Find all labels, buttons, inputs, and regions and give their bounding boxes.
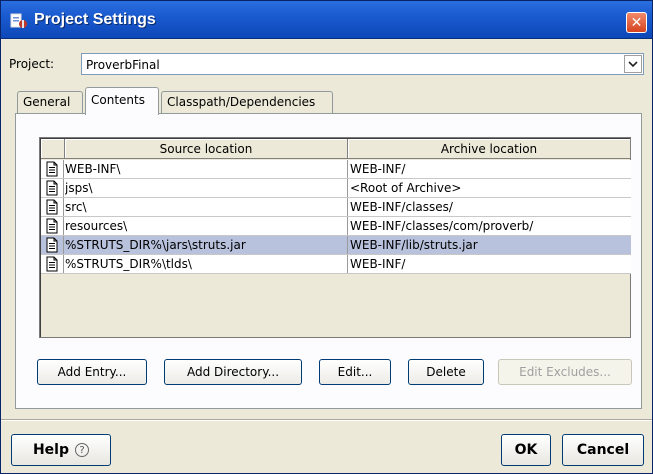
contents-table[interactable]: Source location Archive location WEB-INF… bbox=[39, 137, 631, 338]
table-row[interactable]: WEB-INF\ WEB-INF/ bbox=[41, 160, 631, 179]
column-divider bbox=[63, 236, 64, 254]
project-settings-icon bbox=[10, 12, 28, 30]
title-bar[interactable]: Project Settings ✕ bbox=[1, 1, 652, 39]
archive-location-cell[interactable]: WEB-INF/ bbox=[350, 162, 630, 176]
table-row[interactable]: %STRUTS_DIR%\jars\struts.jar WEB-INF/lib/… bbox=[41, 236, 631, 255]
column-divider bbox=[347, 198, 348, 216]
source-location-cell[interactable]: %STRUTS_DIR%\tlds\ bbox=[65, 257, 347, 271]
add-directory-label: Add Directory... bbox=[186, 365, 280, 379]
file-icon bbox=[44, 180, 60, 196]
close-icon: ✕ bbox=[630, 14, 643, 31]
delete-button[interactable]: Delete bbox=[408, 359, 484, 385]
table-row[interactable]: src\ WEB-INF/classes/ bbox=[41, 198, 631, 217]
ok-button[interactable]: OK bbox=[501, 434, 551, 466]
column-divider bbox=[63, 198, 64, 216]
tab-contents[interactable]: Contents bbox=[85, 87, 159, 115]
column-divider bbox=[63, 255, 64, 273]
table-row[interactable]: resources\ WEB-INF/classes/com/proverb/ bbox=[41, 217, 631, 236]
source-location-cell[interactable]: %STRUTS_DIR%\jars\struts.jar bbox=[65, 238, 347, 252]
close-button[interactable]: ✕ bbox=[626, 12, 647, 33]
column-divider bbox=[347, 217, 348, 235]
column-divider bbox=[347, 179, 348, 197]
ok-label: OK bbox=[514, 442, 538, 458]
table-row[interactable]: jsps\ <Root of Archive> bbox=[41, 179, 631, 198]
project-select-value: ProverbFinal bbox=[86, 58, 160, 72]
add-entry-button[interactable]: Add Entry... bbox=[37, 359, 147, 385]
tab-contents-label: Contents bbox=[91, 93, 145, 107]
footer-separator bbox=[1, 419, 652, 421]
edit-excludes-label: Edit Excludes... bbox=[519, 365, 611, 379]
source-location-cell[interactable]: src\ bbox=[65, 200, 347, 214]
cancel-button[interactable]: Cancel bbox=[562, 434, 644, 466]
table-row[interactable]: %STRUTS_DIR%\tlds\ WEB-INF/ bbox=[41, 255, 631, 274]
icon-column-header[interactable] bbox=[41, 139, 65, 159]
file-icon bbox=[44, 218, 60, 234]
source-location-header-label: Source location bbox=[159, 141, 253, 156]
add-entry-label: Add Entry... bbox=[57, 365, 127, 379]
project-select[interactable]: ProverbFinal bbox=[81, 53, 644, 75]
delete-label: Delete bbox=[426, 365, 466, 379]
column-divider bbox=[63, 160, 64, 178]
source-location-cell[interactable]: WEB-INF\ bbox=[65, 162, 347, 176]
file-icon bbox=[44, 237, 60, 253]
column-divider bbox=[63, 217, 64, 235]
source-location-cell[interactable]: jsps\ bbox=[65, 181, 347, 195]
source-location-header[interactable]: Source location bbox=[65, 139, 348, 159]
tab-classpath-dependencies[interactable]: Classpath/Dependencies bbox=[161, 91, 333, 113]
edit-excludes-button[interactable]: Edit Excludes... bbox=[498, 359, 632, 385]
table-header: Source location Archive location bbox=[41, 139, 631, 159]
project-label: Project: bbox=[9, 57, 55, 71]
archive-location-cell[interactable]: WEB-INF/classes/com/proverb/ bbox=[350, 219, 630, 233]
column-divider bbox=[347, 236, 348, 254]
help-icon: ? bbox=[75, 443, 90, 457]
help-label: Help bbox=[32, 442, 70, 458]
archive-location-cell[interactable]: WEB-INF/ bbox=[350, 257, 630, 271]
chevron-down-icon[interactable] bbox=[624, 55, 642, 73]
tab-general[interactable]: General bbox=[17, 91, 83, 113]
column-divider bbox=[347, 160, 348, 178]
archive-location-header[interactable]: Archive location bbox=[348, 139, 631, 159]
add-directory-button[interactable]: Add Directory... bbox=[164, 359, 302, 385]
archive-location-cell[interactable]: WEB-INF/classes/ bbox=[350, 200, 630, 214]
column-divider bbox=[347, 255, 348, 273]
window-title: Project Settings bbox=[34, 11, 156, 28]
project-settings-window: Project Settings ✕ Project: ProverbFinal… bbox=[0, 0, 653, 474]
cancel-label: Cancel bbox=[576, 442, 630, 458]
file-icon bbox=[44, 161, 60, 177]
edit-button[interactable]: Edit... bbox=[319, 359, 391, 385]
file-icon bbox=[44, 256, 60, 272]
file-icon bbox=[44, 199, 60, 215]
tab-general-label: General bbox=[23, 95, 71, 109]
edit-label: Edit... bbox=[337, 365, 373, 379]
tab-classpath-label: Classpath/Dependencies bbox=[167, 95, 316, 109]
help-button[interactable]: Help ? bbox=[11, 434, 111, 466]
column-divider bbox=[63, 179, 64, 197]
archive-location-cell[interactable]: <Root of Archive> bbox=[350, 181, 630, 195]
archive-location-cell[interactable]: WEB-INF/lib/struts.jar bbox=[350, 238, 630, 252]
source-location-cell[interactable]: resources\ bbox=[65, 219, 347, 233]
archive-location-header-label: Archive location bbox=[440, 141, 538, 156]
